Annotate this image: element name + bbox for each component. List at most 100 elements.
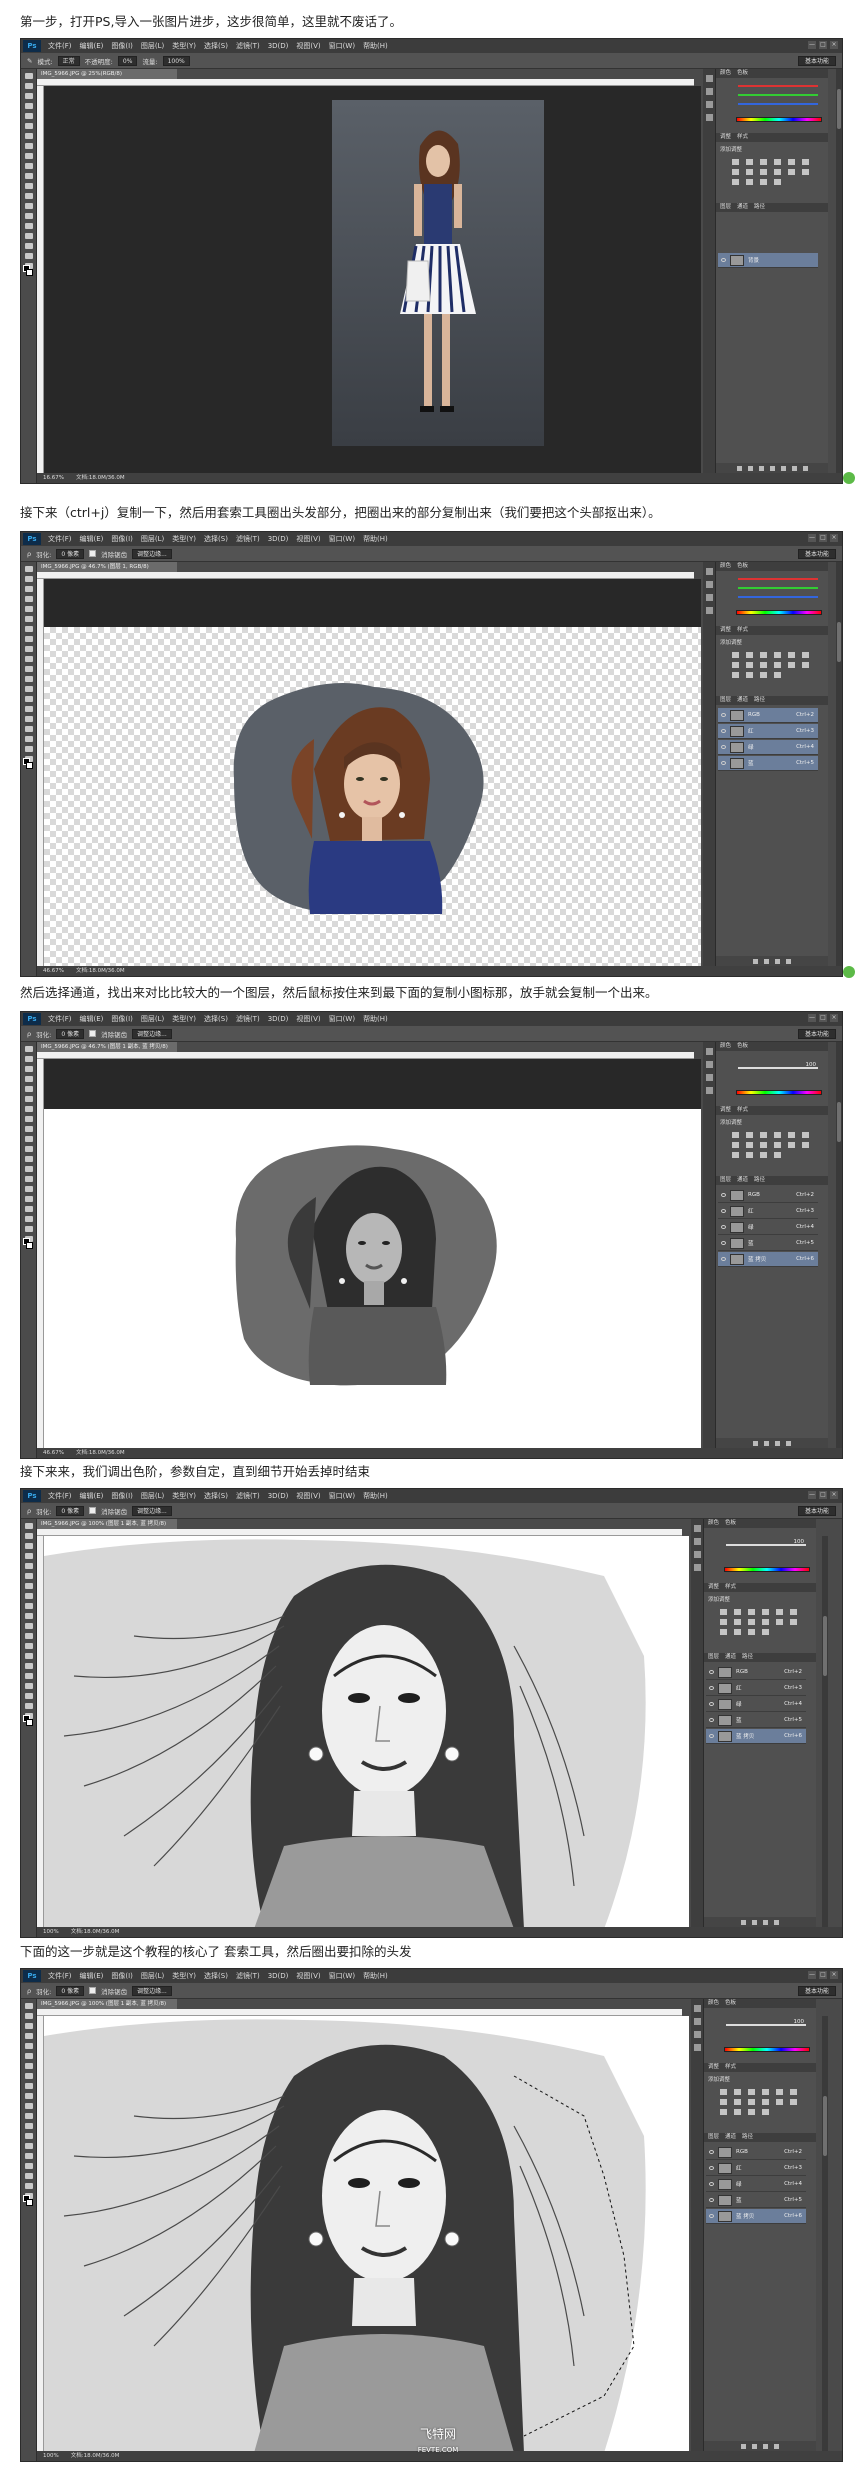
- move-tool-icon[interactable]: [24, 1523, 33, 1529]
- type-tool-icon[interactable]: [24, 1673, 33, 1679]
- adjustment-icons[interactable]: [720, 2089, 800, 2115]
- healing-tool-icon[interactable]: [24, 626, 33, 632]
- k-value[interactable]: 100: [806, 1062, 817, 1068]
- menu-file[interactable]: 文件(F): [44, 41, 76, 51]
- canvas-area[interactable]: [44, 2016, 689, 2453]
- tab-channels[interactable]: 通道: [737, 696, 748, 705]
- panel-scrollbar[interactable]: [836, 69, 842, 473]
- menu-window[interactable]: 窗口(W): [325, 1971, 359, 1981]
- eye-icon[interactable]: [721, 1209, 726, 1213]
- menu-layer[interactable]: 图层(L): [137, 534, 168, 544]
- dodge-tool-icon[interactable]: [24, 203, 33, 209]
- refine-edge-button[interactable]: 调整边缘...: [132, 1505, 172, 1516]
- maximize-button[interactable]: □: [819, 1491, 827, 1499]
- tab-color[interactable]: 颜色: [720, 562, 731, 571]
- canvas-scrollbar[interactable]: [822, 1536, 828, 1927]
- menu-filter[interactable]: 滤镜(T): [232, 41, 264, 51]
- history-brush-icon[interactable]: [24, 656, 33, 662]
- zoom-value[interactable]: 100%: [43, 1927, 59, 1937]
- hand-tool-icon[interactable]: [24, 253, 33, 259]
- eye-icon[interactable]: [721, 729, 726, 733]
- hand-tool-icon[interactable]: [24, 1226, 33, 1232]
- tab-paths[interactable]: 路径: [742, 1653, 753, 1662]
- brush-tool-icon[interactable]: [24, 1593, 33, 1599]
- path-select-icon[interactable]: [24, 1683, 33, 1689]
- tab-paths[interactable]: 路径: [742, 2133, 753, 2142]
- blur-tool-icon[interactable]: [24, 193, 33, 199]
- stamp-tool-icon[interactable]: [24, 153, 33, 159]
- layer-actions[interactable]: [716, 463, 828, 473]
- stamp-tool-icon[interactable]: [24, 1126, 33, 1132]
- tab-layers[interactable]: 图层: [720, 696, 731, 705]
- menu-window[interactable]: 窗口(W): [325, 1014, 359, 1024]
- rgb-sliders[interactable]: [738, 576, 818, 602]
- background-color-swatch[interactable]: [26, 762, 33, 769]
- menu-type[interactable]: 类型(Y): [168, 1971, 200, 1981]
- background-color-swatch[interactable]: [26, 1719, 33, 1726]
- menu-image[interactable]: 图像(I): [107, 1491, 137, 1501]
- tab-swatches[interactable]: 色板: [737, 69, 748, 78]
- layers-tabs[interactable]: 图层 通道 路径: [716, 203, 828, 212]
- shape-tool-icon[interactable]: [24, 1216, 33, 1222]
- menu-type[interactable]: 类型(Y): [168, 1491, 200, 1501]
- channel-row-copy[interactable]: 蓝 拷贝 Ctrl+6: [706, 2209, 806, 2224]
- mode-select[interactable]: 正常: [57, 55, 80, 66]
- crop-tool-icon[interactable]: [24, 113, 33, 119]
- document-tab[interactable]: IMG_5966.JPG @ 46.7% (图层 1, RGB/8): [37, 562, 177, 572]
- workspace-select[interactable]: 基本功能: [797, 1986, 836, 1996]
- menu-select[interactable]: 选择(S): [200, 41, 232, 51]
- canvas-area[interactable]: [44, 1059, 701, 1450]
- menu-layer[interactable]: 图层(L): [137, 41, 168, 51]
- color-spectrum[interactable]: [724, 1567, 810, 1572]
- eye-icon[interactable]: [709, 1686, 714, 1690]
- minimize-button[interactable]: —: [808, 1014, 816, 1022]
- tab-swatches[interactable]: 色板: [725, 1999, 736, 2008]
- flow-input[interactable]: 100%: [162, 55, 190, 66]
- hand-tool-icon[interactable]: [24, 1703, 33, 1709]
- color-panel-tabs[interactable]: 颜色 色板: [716, 1042, 828, 1051]
- zoom-value[interactable]: 16.67%: [43, 473, 64, 483]
- workspace-select[interactable]: 基本功能: [797, 1029, 836, 1039]
- menu-help[interactable]: 帮助(H): [359, 41, 392, 51]
- tab-color[interactable]: 颜色: [708, 1519, 719, 1528]
- tab-styles[interactable]: 样式: [737, 626, 748, 635]
- menu-layer[interactable]: 图层(L): [137, 1014, 168, 1024]
- lasso-icon[interactable]: ρ: [27, 550, 31, 558]
- channel-row[interactable]: RGB Ctrl+2: [706, 1665, 806, 1680]
- color-panel-tabs[interactable]: 颜色 色板: [704, 1999, 816, 2008]
- menu-view[interactable]: 视图(V): [292, 1971, 324, 1981]
- gradient-tool-icon[interactable]: [24, 1633, 33, 1639]
- history-brush-icon[interactable]: [24, 1136, 33, 1142]
- menu-select[interactable]: 选择(S): [200, 1014, 232, 1024]
- tab-styles[interactable]: 样式: [737, 1106, 748, 1115]
- path-select-icon[interactable]: [24, 2163, 33, 2169]
- eraser-tool-icon[interactable]: [24, 2103, 33, 2109]
- refine-edge-button[interactable]: 调整边缘...: [132, 1985, 172, 1996]
- pen-tool-icon[interactable]: [24, 1186, 33, 1192]
- refine-edge-button[interactable]: 调整边缘...: [132, 1028, 172, 1039]
- brush-tool-icon[interactable]: [24, 2073, 33, 2079]
- crop-tool-icon[interactable]: [24, 1086, 33, 1092]
- channel-row[interactable]: 红 Ctrl+3: [718, 724, 818, 739]
- adjustments-tabs[interactable]: 调整 样式: [704, 2063, 816, 2072]
- quick-select-tool-icon[interactable]: [24, 1076, 33, 1082]
- blur-tool-icon[interactable]: [24, 2123, 33, 2129]
- history-brush-icon[interactable]: [24, 2093, 33, 2099]
- healing-tool-icon[interactable]: [24, 133, 33, 139]
- zoom-value[interactable]: 46.67%: [43, 1448, 64, 1458]
- eye-icon[interactable]: [709, 1670, 714, 1674]
- antialias-checkbox[interactable]: [89, 1987, 97, 1994]
- eye-icon[interactable]: [721, 1241, 726, 1245]
- hand-tool-icon[interactable]: [24, 2183, 33, 2189]
- feather-input[interactable]: 0 像素: [56, 1505, 85, 1516]
- tab-color[interactable]: 颜色: [720, 69, 731, 78]
- antialias-checkbox[interactable]: [89, 1030, 97, 1037]
- lasso-icon[interactable]: ρ: [27, 1507, 31, 1515]
- tab-adjustments[interactable]: 调整: [708, 2063, 719, 2072]
- type-tool-icon[interactable]: [24, 1196, 33, 1202]
- close-button[interactable]: ×: [830, 1491, 838, 1499]
- dodge-tool-icon[interactable]: [24, 696, 33, 702]
- tab-channels[interactable]: 通道: [725, 2133, 736, 2142]
- tab-paths[interactable]: 路径: [754, 696, 765, 705]
- menu-edit[interactable]: 编辑(E): [76, 1491, 108, 1501]
